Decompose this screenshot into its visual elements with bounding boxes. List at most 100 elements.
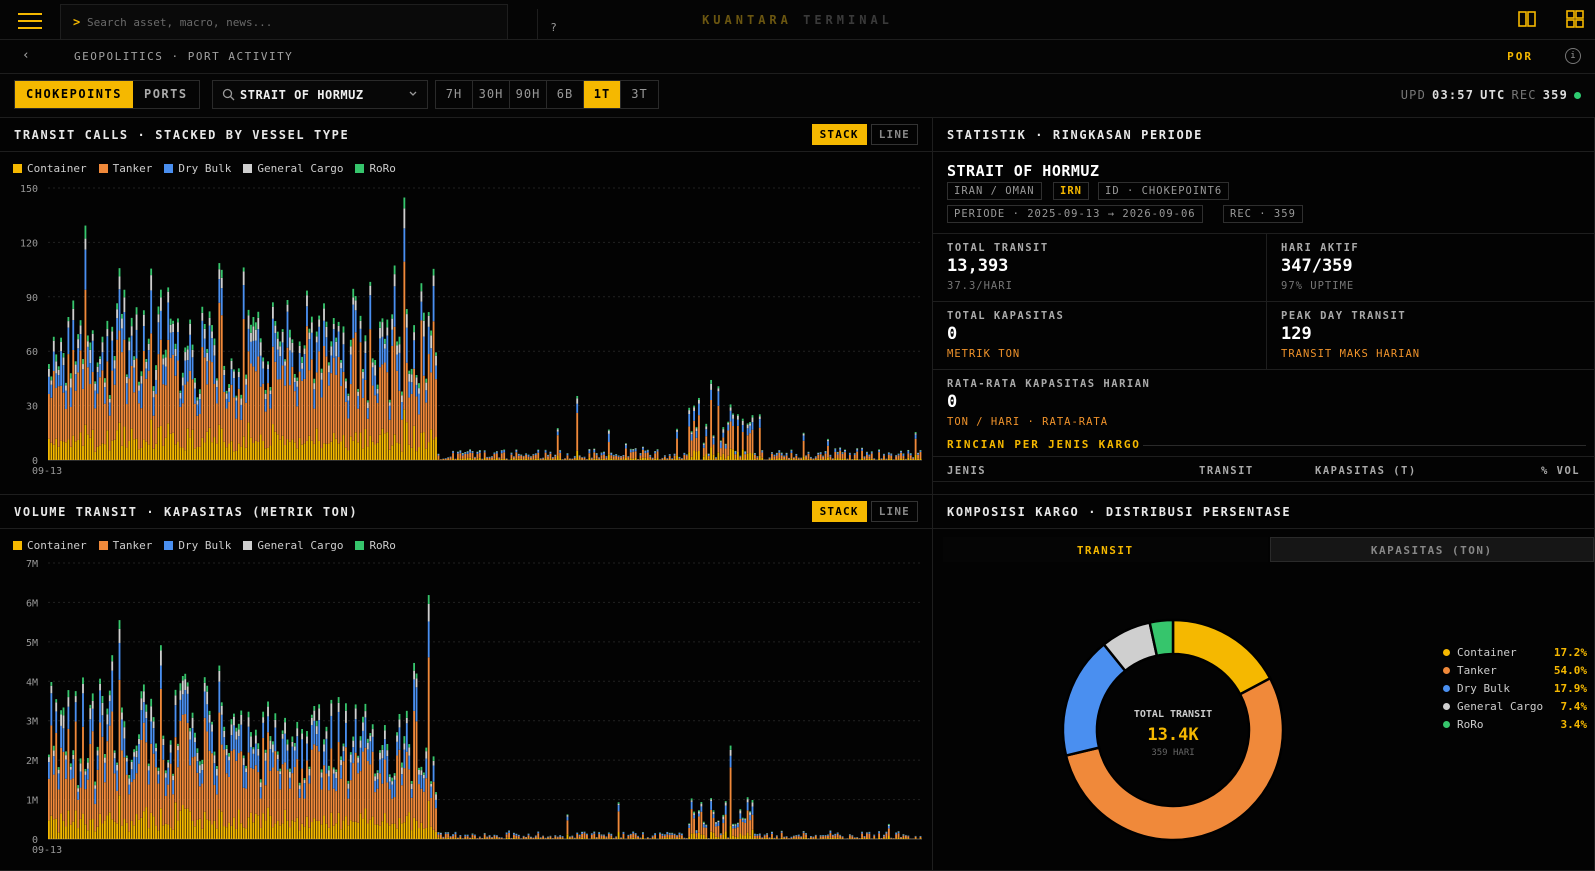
bar-segment (65, 759, 67, 779)
legend-item[interactable]: Tanker (98, 162, 152, 175)
donut-legend-item[interactable]: Container 17.2% (1443, 643, 1587, 661)
search-box[interactable]: > ? (60, 4, 557, 45)
bar-segment (74, 441, 77, 460)
split-layout-icon[interactable] (1517, 9, 1537, 29)
bar-segment (415, 687, 418, 722)
bar-segment (130, 769, 133, 783)
bar-segment (267, 447, 269, 460)
range-30h[interactable]: 30H (473, 81, 510, 108)
donut-legend-item[interactable]: Tanker 54.0% (1443, 661, 1587, 679)
range-7h[interactable]: 7H (436, 81, 473, 108)
bar-segment (262, 368, 265, 384)
transit-chart[interactable]: 030609012015009-13 (0, 178, 933, 495)
bar-segment (172, 320, 174, 324)
bar-segment (177, 750, 179, 768)
bar-segment (284, 809, 286, 839)
bar-segment (91, 340, 94, 372)
bar-segment (213, 345, 216, 356)
bar-segment (123, 757, 126, 820)
bar-segment (432, 439, 435, 460)
grid-layout-icon[interactable] (1565, 9, 1585, 29)
bar-segment (74, 374, 77, 391)
bar-segment (103, 782, 106, 821)
legend-item[interactable]: Dry Bulk (164, 162, 231, 175)
th-transit[interactable]: TRANSIT (1199, 465, 1254, 477)
divider (1143, 445, 1586, 446)
info-icon[interactable]: i (1565, 48, 1581, 64)
stack-button[interactable]: STACK (811, 501, 867, 522)
range-90h[interactable]: 90H (510, 81, 547, 108)
legend-item[interactable]: Dry Bulk (164, 539, 231, 552)
bar-segment (527, 835, 530, 839)
tab-chokepoints[interactable]: CHOKEPOINTS (15, 81, 133, 108)
bar-segment (841, 452, 844, 454)
tab-transit[interactable]: TRANSIT (943, 537, 1268, 562)
legend-item[interactable]: Container (13, 162, 87, 175)
bar-segment (632, 449, 635, 451)
bar-segment (191, 429, 194, 460)
legend-item[interactable]: General Cargo (243, 539, 343, 552)
th-type[interactable]: JENIS (947, 465, 986, 477)
bar-segment (829, 456, 832, 460)
bar-segment (191, 712, 194, 718)
bar-segment (84, 238, 87, 250)
bar-segment (381, 318, 384, 323)
range-6b[interactable]: 6B (547, 81, 584, 108)
donut-legend-item[interactable]: General Cargo 7.4% (1443, 697, 1587, 715)
bar-segment (125, 755, 128, 758)
bar-segment (474, 457, 476, 460)
search-input[interactable] (87, 13, 467, 31)
legend-item[interactable]: Tanker (98, 539, 152, 552)
bar-segment (425, 390, 428, 403)
bar-segment (919, 836, 922, 839)
bar-segment (471, 833, 474, 835)
bar-segment (795, 835, 798, 837)
bar-segment (780, 453, 783, 454)
donut-legend-item[interactable]: Dry Bulk 17.9% (1443, 679, 1587, 697)
tab-ports[interactable]: PORTS (133, 81, 199, 108)
bar-segment (89, 704, 92, 709)
bar-segment (235, 450, 238, 460)
legend-item[interactable]: General Cargo (243, 162, 343, 175)
bar-segment (736, 837, 739, 839)
back-icon[interactable]: ‹ (22, 48, 30, 63)
volume-chart[interactable]: 01M2M3M4M5M6M7M09-13 (0, 553, 933, 871)
bar-segment (379, 752, 381, 760)
line-button[interactable]: LINE (870, 501, 918, 522)
location-select[interactable]: STRAIT OF HORMUZ (212, 80, 428, 109)
bar-segment (206, 731, 209, 820)
bar-segment (362, 397, 364, 449)
bar-segment (240, 724, 243, 752)
bar-segment (349, 339, 352, 347)
bar-segment (169, 763, 172, 828)
bar-segment (335, 771, 338, 779)
language-button[interactable]: POR (1507, 50, 1533, 63)
th-capacity[interactable]: KAPASITAS (T) (1315, 465, 1417, 477)
tab-capacity[interactable]: KAPASITAS (TON) (1269, 537, 1594, 562)
legend-item[interactable]: Container (13, 539, 87, 552)
bar-segment (739, 833, 742, 839)
upd-time: 03:57 (1432, 88, 1475, 102)
donut-slice[interactable] (1171, 618, 1272, 696)
bar-segment (654, 453, 657, 459)
line-button[interactable]: LINE (870, 124, 918, 145)
bar-segment (147, 338, 150, 344)
donut-legend-item[interactable]: RoRo 3.4% (1443, 715, 1587, 733)
bar-segment (717, 452, 720, 460)
th-vol[interactable]: % VOL (1541, 465, 1580, 477)
range-3t[interactable]: 3T (621, 81, 658, 108)
bar-segment (846, 459, 849, 460)
bar-segment (780, 831, 783, 833)
bar-segment (150, 275, 153, 291)
bar-segment (444, 458, 447, 460)
bar-segment (111, 819, 114, 839)
bar-segment (401, 774, 403, 786)
legend-item[interactable]: RoRo (355, 162, 396, 175)
stack-button[interactable]: STACK (811, 124, 867, 145)
menu-button[interactable] (8, 8, 52, 34)
table-header: JENIS TRANSIT KAPASITAS (T) % VOL (933, 456, 1594, 482)
range-1t[interactable]: 1T (584, 81, 621, 108)
donut-chart[interactable]: TOTAL TRANSIT13.4K359 HARI (933, 565, 1413, 865)
bar-segment (269, 740, 272, 750)
legend-item[interactable]: RoRo (355, 539, 396, 552)
